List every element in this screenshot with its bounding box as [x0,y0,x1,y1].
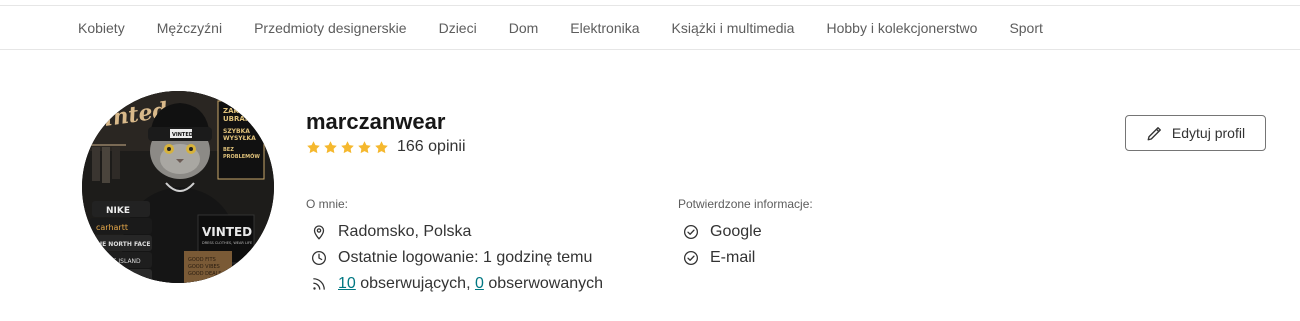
avatar[interactable]: Vinted ZAKŁ UBRAŃ SZYBKA WYSYŁKA BEZ PRO… [82,91,274,283]
svg-text:WYSYŁKA: WYSYŁKA [223,135,256,142]
username: marczanwear [306,109,446,134]
svg-text:PROBLEMÓW: PROBLEMÓW [223,153,260,160]
svg-text:STONE ISLAND: STONE ISLAND [96,258,141,265]
followers-row: 10 obserwujących, 0 obserwowanych [310,275,603,293]
location-text: Radomsko, Polska [338,223,472,240]
last-login-row: Ostatnie logowanie: 1 godzinę temu [310,249,592,267]
verified-title: Potwierdzone informacje: [678,197,813,211]
star-icon [307,140,320,153]
verified-email-row: E-mail [682,249,755,267]
avatar-image: Vinted ZAKŁ UBRAŃ SZYBKA WYSYŁKA BEZ PRO… [82,91,274,283]
check-circle-icon [683,224,699,240]
category-nav-list: Kobiety Mężczyźni Przedmioty designerski… [62,6,1059,50]
svg-text:GOOD VIBES: GOOD VIBES [188,264,220,270]
star-icon [324,140,337,153]
svg-text:carhartt: carhartt [96,223,128,232]
svg-text:GOOD FITS: GOOD FITS [188,257,216,263]
nav-item-dom[interactable]: Dom [493,20,555,36]
svg-text:SZYBKA: SZYBKA [223,128,250,135]
star-icon [375,140,388,153]
star-icon [341,140,354,153]
verified-google-label: Google [710,223,762,240]
following-text: obserwowanych [483,275,604,292]
last-login-text: Ostatnie logowanie: 1 godzinę temu [338,249,593,266]
verified-email-label: E-mail [710,249,756,266]
category-nav: Kobiety Mężczyźni Przedmioty designerski… [0,6,1300,50]
nav-item-kobiety[interactable]: Kobiety [62,20,141,36]
location-row: Radomsko, Polska [310,223,471,241]
edit-profile-label: Edytuj profil [1171,125,1246,141]
edit-profile-button[interactable]: Edytuj profil [1125,115,1266,151]
svg-text:NIKE: NIKE [106,206,130,216]
svg-text:DRESS CLOTHES, WEAR LIFE: DRESS CLOTHES, WEAR LIFE [202,241,252,245]
reviews-count[interactable]: 166 opinii [397,138,466,156]
svg-text:VINTED: VINTED [172,132,193,138]
svg-text:ZAKŁ: ZAKŁ [223,107,244,115]
rating-stars [306,140,389,155]
svg-text:VINTED: VINTED [202,225,252,239]
about-title: O mnie: [306,197,349,211]
followers-text: obserwujących, [355,275,475,292]
rss-icon [313,278,325,290]
clock-icon [311,250,327,266]
location-pin-icon [313,225,325,240]
pencil-icon [1147,127,1161,141]
svg-text:THE NORTH FACE: THE NORTH FACE [93,241,151,248]
nav-item-mezczyzni[interactable]: Mężczyźni [141,20,238,36]
nav-item-ksiazki[interactable]: Książki i multimedia [656,20,811,36]
svg-text:UBRAŃ: UBRAŃ [223,114,251,123]
nav-item-designer[interactable]: Przedmioty designerskie [238,20,423,36]
nav-item-sport[interactable]: Sport [993,20,1058,36]
star-icon [358,140,371,153]
svg-text:BEZ: BEZ [223,147,234,153]
followers-link[interactable]: 10 [338,275,356,292]
nav-item-elektronika[interactable]: Elektronika [554,20,655,36]
nav-item-dzieci[interactable]: Dzieci [423,20,493,36]
check-circle-icon [683,250,699,266]
nav-item-hobby[interactable]: Hobby i kolekcjonerstwo [810,20,993,36]
rating[interactable]: 166 opinii [306,136,466,158]
verified-google-row: Google [682,223,762,241]
svg-text:GOOD DEALS: GOOD DEALS [188,271,222,277]
following-link[interactable]: 0 [475,275,484,292]
